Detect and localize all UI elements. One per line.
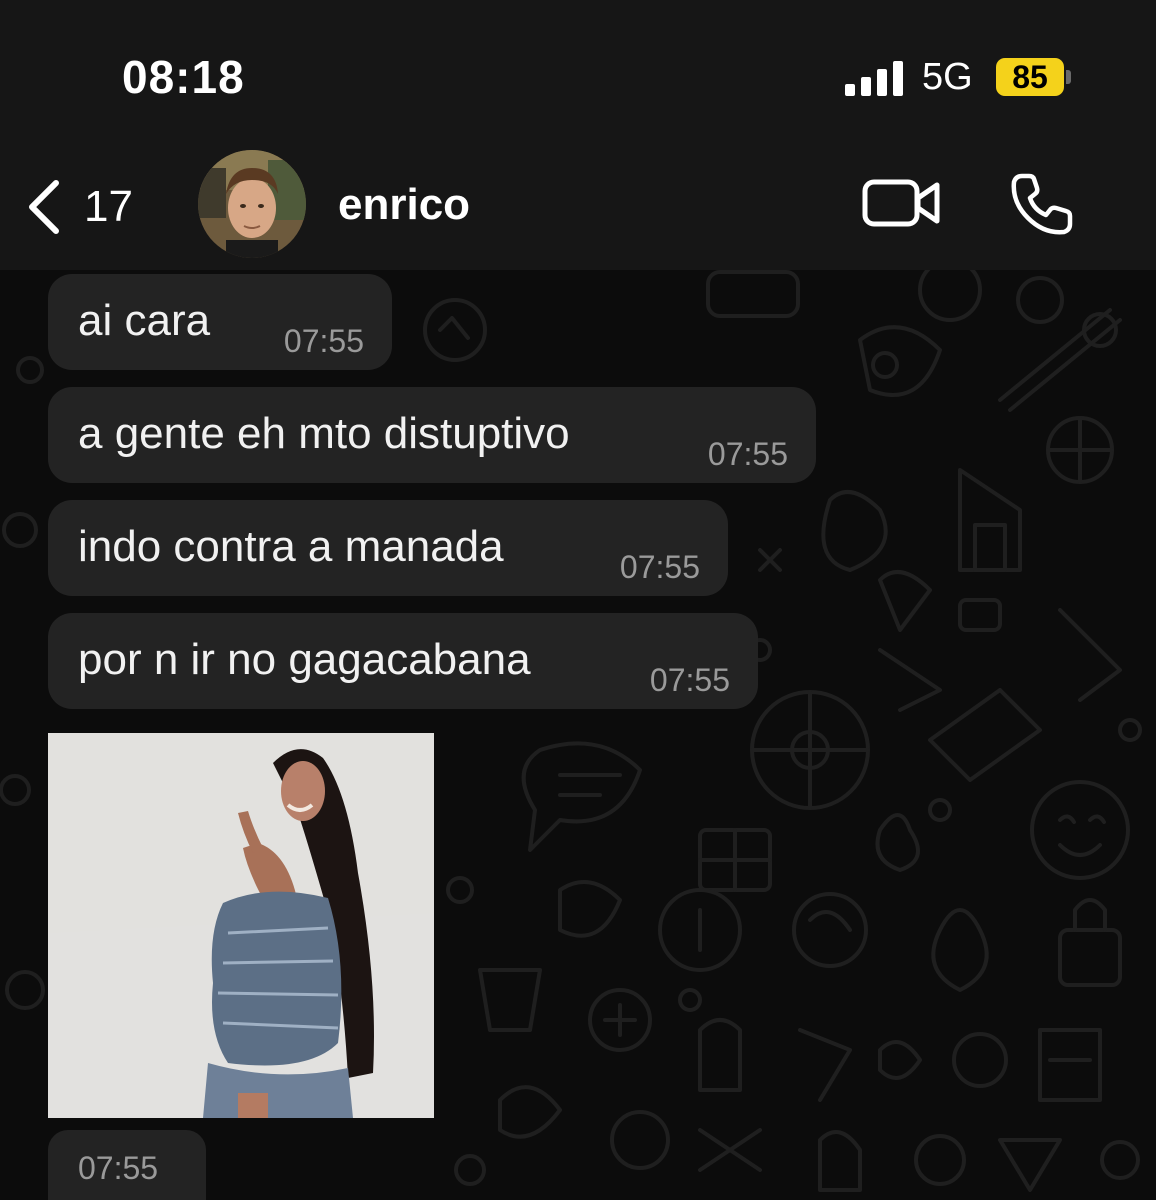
- message-bubble[interactable]: indo contra a manada 07:55: [48, 500, 728, 596]
- whatsapp-chat-screen: 08:18 5G 85 17 enrico ai cara 07:55 a ge…: [0, 0, 1156, 1200]
- message-bubble[interactable]: ai cara 07:55: [48, 274, 392, 370]
- video-call-button[interactable]: [860, 172, 942, 234]
- message-text: a gente eh mto distuptivo: [78, 409, 570, 458]
- message-time: 07:55: [707, 436, 788, 472]
- back-button[interactable]: 17: [24, 172, 154, 242]
- avatar[interactable]: [198, 150, 306, 258]
- clock: 08:18: [122, 51, 245, 103]
- photo-content: [48, 733, 434, 1118]
- message-time: 07:55: [283, 323, 364, 359]
- chat-area[interactable]: ai cara 07:55 a gente eh mto distuptivo …: [0, 270, 1156, 1200]
- message-bubble[interactable]: a gente eh mto distuptivo 07:55: [48, 387, 816, 483]
- message-text: ai cara: [78, 296, 211, 345]
- message-text: indo contra a manada: [78, 522, 504, 571]
- message-time: 07:55: [619, 549, 700, 585]
- status-bar: 08:18 5G 85: [0, 0, 1156, 150]
- message-time: 07:55: [649, 662, 730, 698]
- battery-tip: [1066, 70, 1071, 84]
- network-type: 5G: [922, 56, 973, 98]
- battery-level: 85: [1012, 59, 1048, 95]
- photo-message[interactable]: [48, 733, 434, 1118]
- battery-icon: 85: [996, 58, 1071, 98]
- message-bubble[interactable]: por n ir no gagacabana 07:55: [48, 613, 758, 709]
- unread-count: 17: [84, 182, 133, 231]
- chat-header: 17 enrico: [0, 150, 1156, 270]
- contact-name[interactable]: enrico: [338, 180, 470, 230]
- chevron-left-icon: [29, 180, 59, 234]
- cellular-signal-icon: [845, 61, 903, 96]
- voice-call-button[interactable]: [1008, 170, 1076, 238]
- photo-time-bubble: 07:55: [48, 1130, 206, 1200]
- photo-time: 07:55: [78, 1150, 159, 1186]
- avatar-photo: [198, 150, 306, 258]
- message-text: por n ir no gagacabana: [78, 635, 531, 684]
